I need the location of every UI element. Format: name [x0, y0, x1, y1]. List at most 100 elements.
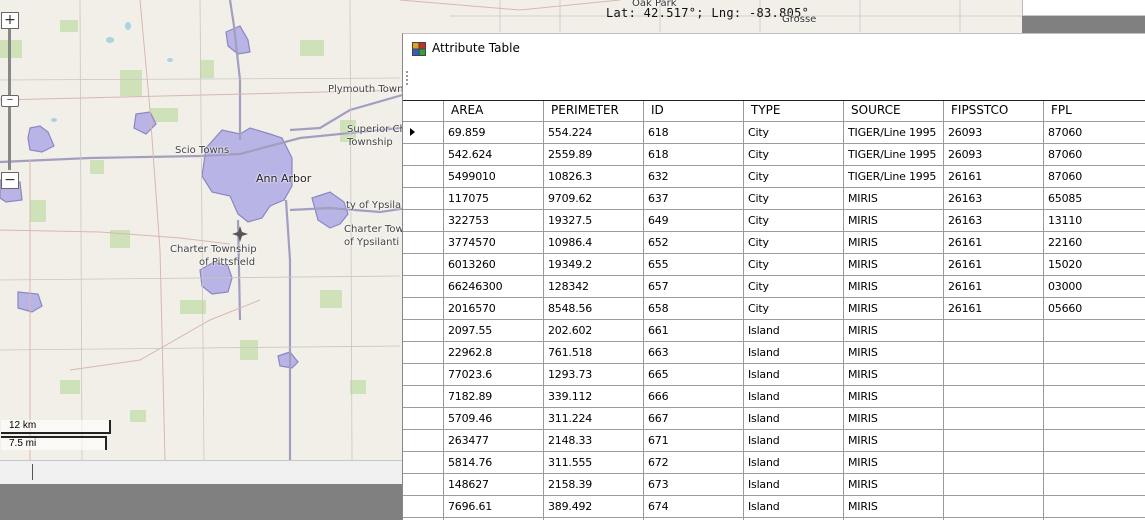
cell-area[interactable]: 22962.8 — [444, 342, 544, 364]
attribute-grid[interactable]: AREA PERIMETER ID TYPE SOURCE FIPSSTCO FPL 69.… — [403, 100, 1145, 520]
cell-fpl[interactable] — [1044, 496, 1145, 518]
cell-perimeter[interactable]: 339.112 — [544, 386, 644, 408]
cell-fpl[interactable]: 05660 — [1044, 298, 1145, 320]
zoom-slider-thumb[interactable]: − — [1, 95, 19, 107]
cell-perimeter[interactable]: 202.602 — [544, 320, 644, 342]
row-header[interactable] — [403, 298, 444, 320]
cell-id[interactable]: 658 — [644, 298, 744, 320]
cell-type[interactable]: City — [744, 122, 844, 144]
cell-fpl[interactable] — [1044, 364, 1145, 386]
column-header-fipsstco[interactable]: FIPSSTCO — [944, 101, 1044, 122]
cell-id[interactable]: 652 — [644, 232, 744, 254]
toolbar-grip[interactable] — [406, 71, 408, 85]
cell-fipsstco[interactable]: 26161 — [944, 276, 1044, 298]
row-header[interactable] — [403, 210, 444, 232]
cell-fipsstco[interactable] — [944, 386, 1044, 408]
cell-fipsstco[interactable] — [944, 496, 1044, 518]
cell-source[interactable]: MIRIS — [844, 188, 944, 210]
cell-type[interactable]: City — [744, 298, 844, 320]
cell-perimeter[interactable]: 9709.62 — [544, 188, 644, 210]
grid-corner-header[interactable] — [403, 101, 444, 122]
cell-fipsstco[interactable]: 26161 — [944, 254, 1044, 276]
row-header[interactable] — [403, 386, 444, 408]
cell-fipsstco[interactable]: 26163 — [944, 188, 1044, 210]
cell-area[interactable]: 5814.76 — [444, 452, 544, 474]
cell-type[interactable]: Island — [744, 408, 844, 430]
cell-area[interactable]: 148627 — [444, 474, 544, 496]
column-header-type[interactable]: TYPE — [744, 101, 844, 122]
column-header-id[interactable]: ID — [644, 101, 744, 122]
cell-fpl[interactable]: 87060 — [1044, 122, 1145, 144]
row-header[interactable] — [403, 188, 444, 210]
cell-fipsstco[interactable]: 26161 — [944, 232, 1044, 254]
cell-type[interactable]: City — [744, 210, 844, 232]
cell-id[interactable]: 655 — [644, 254, 744, 276]
cell-type[interactable]: Island — [744, 452, 844, 474]
cell-id[interactable]: 637 — [644, 188, 744, 210]
cell-area[interactable]: 542.624 — [444, 144, 544, 166]
cell-area[interactable]: 3774570 — [444, 232, 544, 254]
cell-perimeter[interactable]: 8548.56 — [544, 298, 644, 320]
cell-fpl[interactable] — [1044, 386, 1145, 408]
cell-source[interactable]: MIRIS — [844, 474, 944, 496]
attribute-table-window[interactable]: Attribute Table AREA PERIMETER ID TYPE SOURC… — [402, 33, 1145, 520]
cell-perimeter[interactable]: 761.518 — [544, 342, 644, 364]
cell-fipsstco[interactable] — [944, 364, 1044, 386]
cell-fpl[interactable]: 87060 — [1044, 144, 1145, 166]
cell-fipsstco[interactable]: 26163 — [944, 210, 1044, 232]
row-header[interactable] — [403, 342, 444, 364]
cell-perimeter[interactable]: 19349.2 — [544, 254, 644, 276]
cell-area[interactable]: 2097.55 — [444, 320, 544, 342]
cell-perimeter[interactable]: 19327.5 — [544, 210, 644, 232]
cell-perimeter[interactable]: 128342 — [544, 276, 644, 298]
cell-area[interactable]: 322753 — [444, 210, 544, 232]
cell-fpl[interactable]: 22160 — [1044, 232, 1145, 254]
cell-id[interactable]: 657 — [644, 276, 744, 298]
cell-fpl[interactable]: 15020 — [1044, 254, 1145, 276]
cell-area[interactable]: 117075 — [444, 188, 544, 210]
cell-source[interactable]: MIRIS — [844, 386, 944, 408]
cell-id[interactable]: 665 — [644, 364, 744, 386]
cell-fpl[interactable]: 65085 — [1044, 188, 1145, 210]
cell-area[interactable]: 6013260 — [444, 254, 544, 276]
cell-type[interactable]: Island — [744, 496, 844, 518]
cell-type[interactable]: Island — [744, 430, 844, 452]
row-header[interactable] — [403, 496, 444, 518]
cell-perimeter[interactable]: 2158.39 — [544, 474, 644, 496]
cell-id[interactable]: 632 — [644, 166, 744, 188]
cell-type[interactable]: City — [744, 276, 844, 298]
row-header[interactable] — [403, 364, 444, 386]
cell-fpl[interactable] — [1044, 452, 1145, 474]
cell-fpl[interactable] — [1044, 430, 1145, 452]
cell-perimeter[interactable]: 2148.33 — [544, 430, 644, 452]
row-header[interactable] — [403, 122, 444, 144]
cell-type[interactable]: City — [744, 166, 844, 188]
cell-fpl[interactable] — [1044, 474, 1145, 496]
row-header[interactable] — [403, 320, 444, 342]
cell-area[interactable]: 77023.6 — [444, 364, 544, 386]
cell-perimeter[interactable]: 554.224 — [544, 122, 644, 144]
column-header-area[interactable]: AREA — [444, 101, 544, 122]
cell-fipsstco[interactable]: 26093 — [944, 122, 1044, 144]
cell-id[interactable]: 673 — [644, 474, 744, 496]
cell-id[interactable]: 666 — [644, 386, 744, 408]
cell-source[interactable]: TIGER/Line 1995 — [844, 166, 944, 188]
cell-source[interactable]: MIRIS — [844, 210, 944, 232]
cell-area[interactable]: 5499010 — [444, 166, 544, 188]
cell-fpl[interactable] — [1044, 342, 1145, 364]
cell-source[interactable]: MIRIS — [844, 232, 944, 254]
cell-type[interactable]: City — [744, 188, 844, 210]
row-header[interactable] — [403, 144, 444, 166]
cell-id[interactable]: 618 — [644, 144, 744, 166]
row-header[interactable] — [403, 254, 444, 276]
cell-perimeter[interactable]: 311.224 — [544, 408, 644, 430]
cell-type[interactable]: City — [744, 232, 844, 254]
cell-fipsstco[interactable]: 26161 — [944, 166, 1044, 188]
cell-fpl[interactable]: 87060 — [1044, 166, 1145, 188]
column-header-perimeter[interactable]: PERIMETER — [544, 101, 644, 122]
cell-source[interactable]: MIRIS — [844, 276, 944, 298]
cell-area[interactable]: 69.859 — [444, 122, 544, 144]
cell-type[interactable]: Island — [744, 320, 844, 342]
cell-source[interactable]: MIRIS — [844, 342, 944, 364]
cell-source[interactable]: MIRIS — [844, 254, 944, 276]
